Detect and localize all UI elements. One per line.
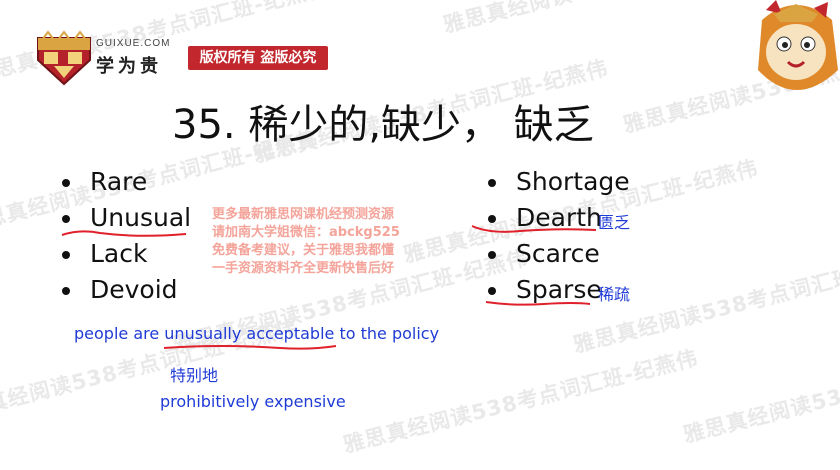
list-item: Shortage <box>488 164 630 200</box>
lion-mascot-icon <box>758 0 838 90</box>
list-item: Scarce <box>488 236 630 272</box>
bullet-dot <box>62 215 70 223</box>
term-scarce: Scarce <box>516 239 600 268</box>
watermark-text: 雅思真经阅读538考点词汇班-纪燕伟 <box>340 345 701 458</box>
watermark-text: 雅思真经阅读538考点词汇班-纪燕伟 <box>680 335 840 448</box>
promo-text: 更多最新雅思网课机经预测资源 请加南大学姐微信：abckg525 免费备考建议，… <box>212 206 400 278</box>
sparse-underline <box>485 301 591 306</box>
dearth-underline <box>471 225 597 233</box>
term-lack: Lack <box>90 239 148 268</box>
slide-title: 35. 稀少的,缺少， 缺乏 <box>172 102 594 148</box>
list-item: Rare <box>62 164 191 200</box>
term-devoid: Devoid <box>90 275 178 304</box>
note-dearth: 匮乏 <box>598 213 631 232</box>
example-phrase: prohibitively expensive <box>160 392 346 411</box>
example-underline <box>163 345 337 350</box>
list-item: Lack <box>62 236 191 272</box>
bullet-dot <box>488 251 496 259</box>
list-item: Devoid <box>62 272 191 308</box>
bullet-dot <box>62 251 70 259</box>
note-sparse: 稀疏 <box>598 285 631 304</box>
promo-line: 更多最新雅思网课机经预测资源 <box>212 207 395 222</box>
term-shortage: Shortage <box>516 167 630 196</box>
bullet-dot <box>488 179 496 187</box>
example-after: to the policy <box>334 324 440 343</box>
promo-line: 请加南大学姐微信：abckg525 <box>212 225 400 240</box>
bullet-dot <box>62 287 70 295</box>
example-before: people are <box>74 324 165 343</box>
copyright-badge: 版权所有 盗版必究 <box>188 46 328 70</box>
unusual-underline <box>61 230 187 237</box>
promo-line: 一手资源资料齐全更新快售后好 <box>212 261 395 276</box>
brand-domain: GUIXUE.COM <box>96 38 171 49</box>
example-translation: 特别地 <box>170 366 219 385</box>
watermark-text: 雅思真经阅读538考点词汇班-纪燕伟 <box>440 0 801 39</box>
bullet-dot <box>488 287 496 295</box>
bullet-dot <box>62 179 70 187</box>
term-rare: Rare <box>90 167 148 196</box>
promo-line: 免费备考建议，关于雅思我都懂 <box>212 243 395 258</box>
guixue-logo <box>37 30 91 86</box>
brand-name: 学为贵 <box>96 56 162 77</box>
